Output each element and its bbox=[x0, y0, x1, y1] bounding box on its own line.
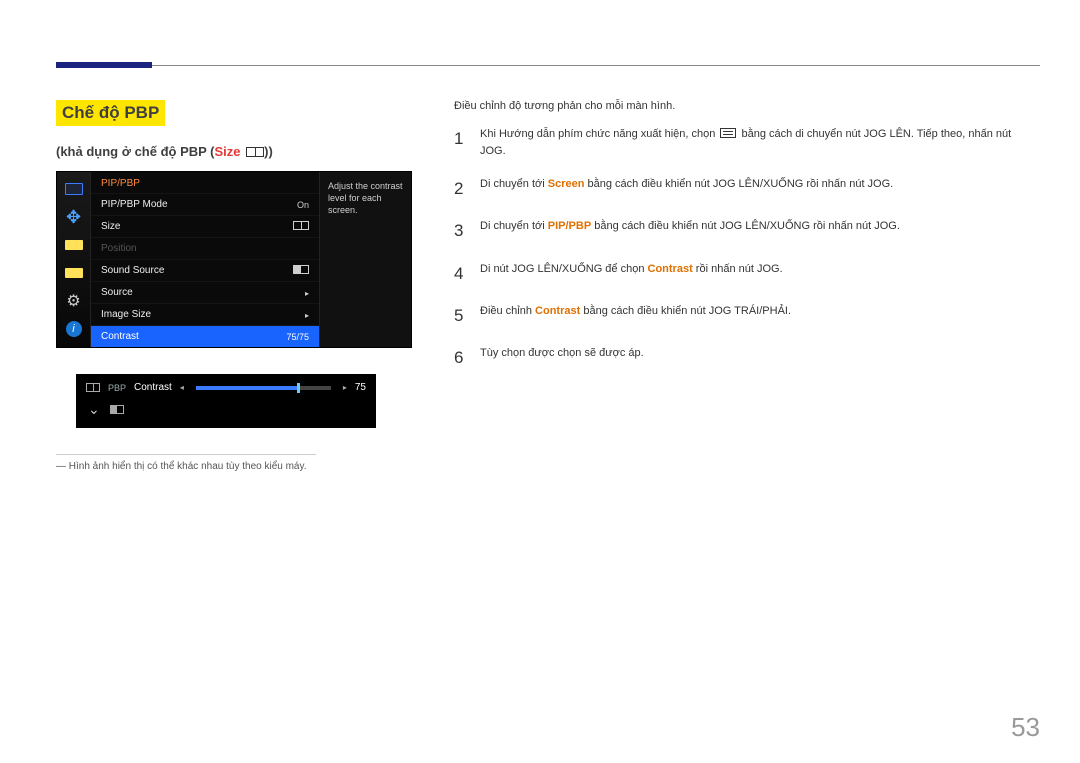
step-5: 5 Điều chỉnh Contrast bằng cách điều khi… bbox=[454, 303, 1034, 329]
step3-pip: PIP/PBP bbox=[548, 220, 591, 232]
sb-nav-icon bbox=[64, 208, 84, 226]
slider-down-icon bbox=[88, 401, 100, 418]
step4-a: Di nút JOG LÊN/XUỐNG để chọn bbox=[480, 263, 648, 275]
menu-icon bbox=[720, 128, 736, 138]
header-rule bbox=[56, 65, 1040, 66]
subtitle-size-word: Size bbox=[215, 144, 241, 159]
step-3: 3 Di chuyển tới PIP/PBP bằng cách điều k… bbox=[454, 218, 1034, 244]
step-num-1: 1 bbox=[454, 126, 468, 160]
slider-label: Contrast bbox=[134, 382, 172, 393]
sb-screen-icon bbox=[64, 236, 84, 254]
osd-row-source: Source bbox=[91, 281, 319, 303]
intro-line: Điều chỉnh độ tương phản cho mỗi màn hìn… bbox=[454, 100, 1034, 112]
slider-size-icon bbox=[86, 383, 100, 392]
osd-source-arrow-icon bbox=[305, 288, 309, 298]
step-num-4: 4 bbox=[454, 261, 468, 287]
osd-imgsize-label: Image Size bbox=[101, 309, 151, 320]
step-2: 2 Di chuyển tới Screen bằng cách điều kh… bbox=[454, 176, 1034, 202]
osd-mode-value: On bbox=[297, 200, 309, 210]
left-column: Chế độ PBP (khả dụng ở chế độ PBP (Size … bbox=[56, 100, 426, 472]
step3-b: bằng cách điều khiển nút JOG LÊN/XUỐNG r… bbox=[591, 220, 900, 232]
slider-return-icon bbox=[110, 405, 124, 414]
step-6: 6 Tùy chọn được chọn sẽ được áp. bbox=[454, 345, 1034, 371]
sb-info-icon bbox=[64, 320, 84, 338]
osd-size-value-icon bbox=[293, 221, 309, 232]
section-title: Chế độ PBP bbox=[56, 100, 165, 126]
slider-right-arrow-icon: ▸ bbox=[343, 383, 347, 392]
sb-pip-icon bbox=[64, 264, 84, 282]
osd-row-size: Size bbox=[91, 215, 319, 237]
step2-screen: Screen bbox=[548, 178, 585, 190]
osd-sidebar bbox=[57, 172, 91, 347]
slider-track bbox=[196, 386, 331, 390]
step4-b: rồi nhấn nút JOG. bbox=[693, 263, 783, 275]
subtitle-suffix: )) bbox=[264, 144, 273, 159]
header-accent bbox=[56, 62, 152, 68]
sb-picture-icon bbox=[64, 180, 84, 198]
osd-header: PIP/PBP bbox=[91, 172, 319, 193]
pbp-size-icon bbox=[246, 147, 264, 157]
osd-source-label: Source bbox=[101, 287, 133, 298]
slider-value: 75 bbox=[355, 382, 366, 393]
osd-row-sound: Sound Source bbox=[91, 259, 319, 281]
slider-osd: PBP Contrast ◂ ▸ 75 bbox=[76, 374, 376, 428]
osd-tip: Adjust the contrast level for each scree… bbox=[319, 172, 411, 347]
osd-row-imgsize: Image Size bbox=[91, 303, 319, 325]
step6: Tùy chọn được chọn sẽ được áp. bbox=[480, 347, 644, 359]
osd-contrast-value: 75/75 bbox=[286, 332, 309, 342]
osd-imgsize-arrow-icon bbox=[305, 310, 309, 320]
osd-row-contrast: Contrast 75/75 bbox=[91, 325, 319, 347]
right-column: Điều chỉnh độ tương phản cho mỗi màn hìn… bbox=[454, 100, 1034, 388]
osd-sound-value-icon bbox=[293, 265, 309, 276]
step-1: 1 Khi Hướng dẫn phím chức năng xuất hiện… bbox=[454, 126, 1034, 160]
sb-settings-icon bbox=[64, 292, 84, 310]
step2-a: Di chuyển tới bbox=[480, 178, 548, 190]
step5-a: Điều chỉnh bbox=[480, 305, 535, 317]
osd-menu: PIP/PBP PIP/PBP Mode On Size Position bbox=[56, 171, 412, 348]
osd-size-label: Size bbox=[101, 221, 120, 232]
step5-b: bằng cách điều khiển nút JOG TRÁI/PHẢI. bbox=[580, 305, 791, 317]
subtitle: (khả dụng ở chế độ PBP (Size )) bbox=[56, 144, 426, 159]
osd-contrast-label: Contrast bbox=[101, 331, 139, 342]
osd-mode-label: PIP/PBP Mode bbox=[101, 199, 168, 210]
osd-list: PIP/PBP PIP/PBP Mode On Size Position bbox=[91, 172, 319, 347]
slider-left-arrow-icon: ◂ bbox=[180, 383, 184, 392]
step2-b: bằng cách điều khiển nút JOG LÊN/XUỐNG r… bbox=[584, 178, 893, 190]
step-num-3: 3 bbox=[454, 218, 468, 244]
osd-row-position: Position bbox=[91, 237, 319, 259]
step1-a: Khi Hướng dẫn phím chức năng xuất hiện, … bbox=[480, 128, 718, 140]
step5-contrast: Contrast bbox=[535, 305, 580, 317]
step-4: 4 Di nút JOG LÊN/XUỐNG để chọn Contrast … bbox=[454, 261, 1034, 287]
osd-position-label: Position bbox=[101, 243, 137, 254]
osd-sound-label: Sound Source bbox=[101, 265, 164, 276]
step3-a: Di chuyển tới bbox=[480, 220, 548, 232]
page-number: 53 bbox=[1011, 712, 1040, 743]
slider-pbp-tag: PBP bbox=[108, 383, 126, 393]
step4-contrast: Contrast bbox=[648, 263, 693, 275]
step-num-2: 2 bbox=[454, 176, 468, 202]
step-num-6: 6 bbox=[454, 345, 468, 371]
subtitle-prefix: (khả dụng ở chế độ PBP ( bbox=[56, 144, 215, 159]
footnote-rule bbox=[56, 454, 316, 455]
osd-row-mode: PIP/PBP Mode On bbox=[91, 193, 319, 215]
step-num-5: 5 bbox=[454, 303, 468, 329]
footnote: ― Hình ảnh hiển thị có thể khác nhau tùy… bbox=[56, 461, 426, 472]
